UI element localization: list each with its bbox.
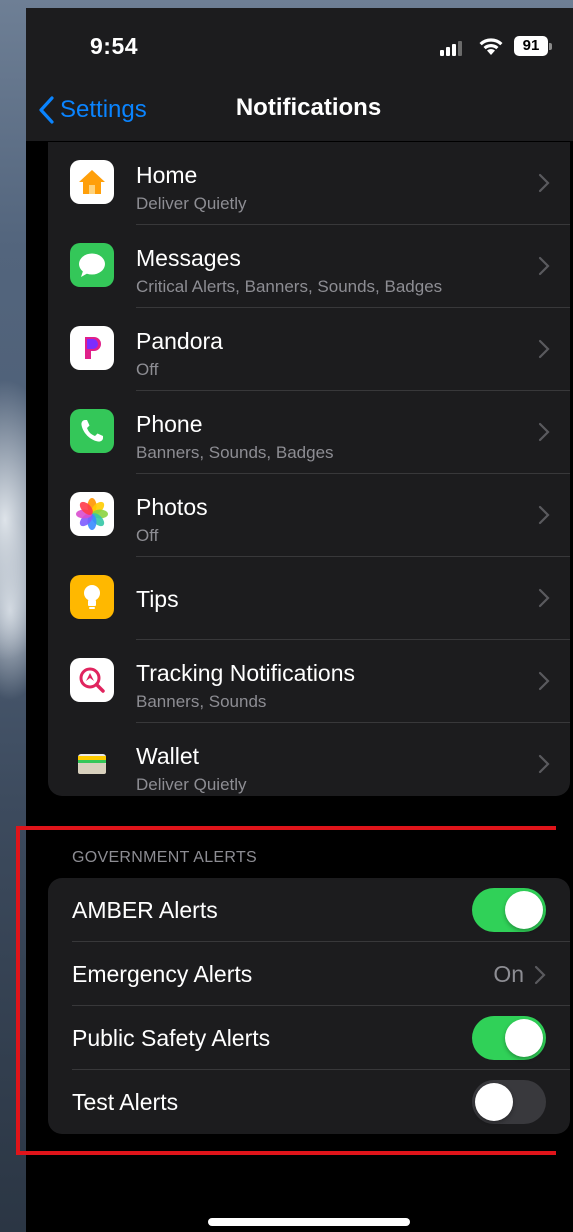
navigation-header: 9:54 91 Settings Notifications xyxy=(26,8,573,141)
tracking-icon xyxy=(70,658,114,702)
app-name: Wallet xyxy=(136,743,200,769)
app-name: Tips xyxy=(136,586,179,612)
toggle-knob xyxy=(475,1083,513,1121)
test-alerts-label: Test Alerts xyxy=(72,1089,179,1115)
phone-screen: 9:54 91 Settings Notifications Home Deli… xyxy=(26,8,573,1232)
chevron-right-icon xyxy=(538,588,550,608)
app-name: Pandora xyxy=(136,328,223,354)
amber-alerts-label: AMBER Alerts xyxy=(72,897,218,923)
app-subtitle: Critical Alerts, Banners, Sounds, Badges xyxy=(136,277,443,296)
amber-alerts-row: AMBER Alerts xyxy=(48,878,570,942)
list-item-phone[interactable]: Phone Banners, Sounds, Badges xyxy=(48,391,570,474)
emergency-alerts-status: On xyxy=(493,961,524,987)
chevron-right-icon xyxy=(538,173,550,193)
emergency-alerts-label: Emergency Alerts xyxy=(72,961,253,987)
app-subtitle: Off xyxy=(136,360,159,379)
amber-alerts-toggle[interactable] xyxy=(472,888,546,932)
photos-icon xyxy=(70,492,114,536)
app-name: Tracking Notifications xyxy=(136,660,356,686)
chevron-right-icon xyxy=(534,965,546,984)
wallet-icon xyxy=(70,741,114,785)
pandora-icon xyxy=(70,326,114,370)
status-time: 9:54 xyxy=(90,33,139,59)
cellular-signal-icon xyxy=(440,40,464,56)
app-notification-list: Home Deliver Quietly Messages Critical A… xyxy=(48,142,570,796)
home-icon xyxy=(70,160,114,204)
public-safety-alerts-label: Public Safety Alerts xyxy=(72,1025,271,1051)
tips-icon xyxy=(70,575,114,619)
app-subtitle: Banners, Sounds xyxy=(136,692,267,711)
toggle-knob xyxy=(505,1019,543,1057)
chevron-right-icon xyxy=(538,422,550,442)
wifi-icon xyxy=(479,38,503,55)
section-header-government-alerts: GOVERNMENT ALERTS xyxy=(72,849,257,866)
chevron-right-icon xyxy=(538,754,550,774)
list-item-messages[interactable]: Messages Critical Alerts, Banners, Sound… xyxy=(48,225,570,308)
list-item-wallet[interactable]: Wallet Deliver Quietly xyxy=(48,723,570,806)
phone-icon xyxy=(70,409,114,453)
government-alerts-list: AMBER Alerts Emergency Alerts On Public … xyxy=(48,878,570,1134)
status-bar: 9:54 91 xyxy=(26,8,573,80)
chevron-right-icon xyxy=(538,339,550,359)
nav-bar: Settings Notifications xyxy=(26,80,573,140)
chevron-right-icon xyxy=(538,671,550,691)
emergency-alerts-row[interactable]: Emergency Alerts On xyxy=(48,942,570,1006)
list-item-pandora[interactable]: Pandora Off xyxy=(48,308,570,391)
battery-icon: 91 xyxy=(514,36,552,56)
public-safety-alerts-toggle[interactable] xyxy=(472,1016,546,1060)
home-indicator[interactable] xyxy=(208,1218,410,1226)
test-alerts-row: Test Alerts xyxy=(48,1070,570,1134)
list-item-photos[interactable]: Photos Off xyxy=(48,474,570,557)
app-subtitle: Deliver Quietly xyxy=(136,194,247,213)
list-item-home[interactable]: Home Deliver Quietly xyxy=(48,142,570,225)
public-safety-alerts-row: Public Safety Alerts xyxy=(48,1006,570,1070)
app-name: Messages xyxy=(136,245,241,271)
app-name: Phone xyxy=(136,411,203,437)
page-title: Notifications xyxy=(235,94,382,121)
emergency-alerts-value[interactable]: On xyxy=(493,961,546,988)
chevron-right-icon xyxy=(538,256,550,276)
list-item-tracking-notifications[interactable]: Tracking Notifications Banners, Sounds xyxy=(48,640,570,723)
app-subtitle: Banners, Sounds, Badges xyxy=(136,443,334,462)
app-subtitle: Deliver Quietly xyxy=(136,775,247,794)
app-name: Photos xyxy=(136,494,208,520)
app-name: Home xyxy=(136,162,198,188)
messages-icon xyxy=(70,243,114,287)
chevron-right-icon xyxy=(538,505,550,525)
toggle-knob xyxy=(505,891,543,929)
list-item-tips[interactable]: Tips xyxy=(48,557,570,640)
test-alerts-toggle[interactable] xyxy=(472,1080,546,1124)
app-subtitle: Off xyxy=(136,526,159,545)
